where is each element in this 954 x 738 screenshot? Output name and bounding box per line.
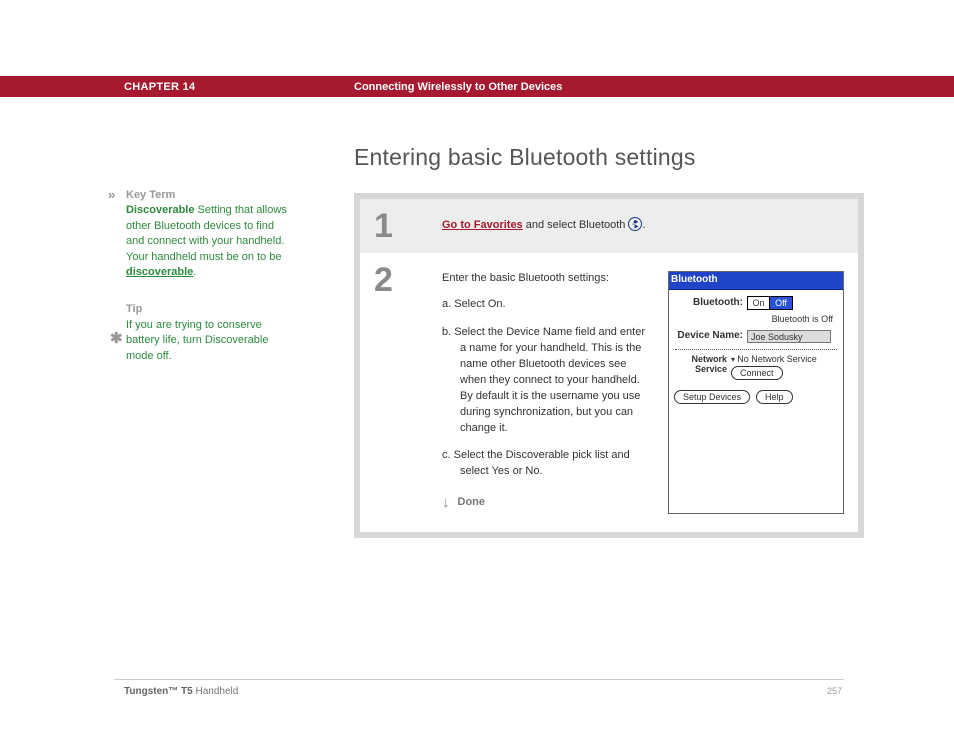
palm-device-name-field[interactable]: Joe Sodusky xyxy=(747,330,831,343)
palm-screenshot: Bluetooth Bluetooth: On Off Bluetooth is… xyxy=(668,271,844,514)
discoverable-link[interactable]: discoverable xyxy=(126,266,193,278)
step-2-intro: Enter the basic Bluetooth settings: xyxy=(442,271,654,287)
palm-title-text: Bluetooth xyxy=(671,273,718,288)
footer-product: Tungsten™ T5 Handheld xyxy=(124,686,238,697)
step-2-row: 2 Enter the basic Bluetooth settings: a.… xyxy=(360,253,858,532)
tip-marker-icon: ✱ xyxy=(110,328,123,349)
palm-bluetooth-label: Bluetooth: xyxy=(675,296,747,311)
step-2b: b. Select the Device Name field and ente… xyxy=(442,325,654,437)
step-1-body: Go to Favorites and select Bluetooth . xyxy=(442,199,858,253)
page-heading: Entering basic Bluetooth settings xyxy=(354,144,864,171)
footer-page-number: 257 xyxy=(827,686,842,696)
step-2-text: Enter the basic Bluetooth settings: a. S… xyxy=(442,271,654,514)
palm-connect-button[interactable]: Connect xyxy=(731,366,783,380)
palm-status-text: Bluetooth is Off xyxy=(675,313,837,326)
palm-network-dropdown[interactable]: No Network Service xyxy=(731,354,817,365)
tip-block: Tip If you are trying to conserve batter… xyxy=(126,302,292,364)
palm-bluetooth-toggle[interactable]: On Off xyxy=(747,296,793,310)
palm-toggle-on[interactable]: On xyxy=(748,297,770,309)
palm-divider xyxy=(675,349,837,350)
palm-title-bar: Bluetooth xyxy=(669,272,843,290)
palm-device-row: Device Name: Joe Sodusky xyxy=(675,329,837,344)
chapter-number: CHAPTER 14 xyxy=(124,81,195,93)
key-term-term: Discoverable xyxy=(126,204,194,216)
palm-service-label: Service xyxy=(675,364,727,375)
step-2-body: Enter the basic Bluetooth settings: a. S… xyxy=(442,253,858,532)
key-term-marker-icon: » xyxy=(108,186,115,204)
footer-product-bold: Tungsten™ T5 xyxy=(124,686,193,697)
step-1-period: . xyxy=(642,219,645,231)
footer-divider xyxy=(114,679,844,680)
step-1-row: 1 Go to Favorites and select Bluetooth . xyxy=(360,199,858,253)
step-2c: c. Select the Discoverable pick list and… xyxy=(442,448,654,480)
tip-heading: Tip xyxy=(126,303,142,315)
go-to-favorites-link[interactable]: Go to Favorites xyxy=(442,219,523,231)
sidebar-notes: » Key Term Discoverable Setting that all… xyxy=(126,188,292,386)
chapter-title: Connecting Wirelessly to Other Devices xyxy=(354,81,562,93)
palm-device-label: Device Name: xyxy=(675,329,747,344)
bluetooth-icon xyxy=(628,217,642,231)
palm-network-label: Network xyxy=(675,354,727,365)
footer-product-rest: Handheld xyxy=(193,686,239,697)
key-term-heading: Key Term xyxy=(126,189,175,201)
palm-help-button[interactable]: Help xyxy=(756,390,793,404)
step-2a: a. Select On. xyxy=(442,297,654,313)
done-row: ↓ Done xyxy=(442,492,654,514)
step-1-text: and select Bluetooth xyxy=(523,219,629,231)
done-label: Done xyxy=(458,495,486,511)
step-1-number: 1 xyxy=(360,199,442,253)
chapter-header-bar: CHAPTER 14 Connecting Wirelessly to Othe… xyxy=(0,76,954,97)
steps-container: 1 Go to Favorites and select Bluetooth .… xyxy=(354,193,864,538)
tip-text: If you are trying to conserve battery li… xyxy=(126,319,268,362)
done-arrow-icon: ↓ xyxy=(442,492,450,514)
palm-toggle-off[interactable]: Off xyxy=(770,297,792,309)
key-term-block: Key Term Discoverable Setting that allow… xyxy=(126,188,292,280)
palm-setup-devices-button[interactable]: Setup Devices xyxy=(674,390,750,404)
palm-bottom-buttons: Setup Devices Help xyxy=(669,386,843,409)
step-2-number: 2 xyxy=(360,253,442,532)
key-term-period: . xyxy=(193,266,196,278)
palm-network-row: Network Service No Network Service Conne… xyxy=(675,354,837,381)
palm-bluetooth-row: Bluetooth: On Off xyxy=(675,296,837,311)
main-content: Entering basic Bluetooth settings 1 Go t… xyxy=(354,144,864,538)
